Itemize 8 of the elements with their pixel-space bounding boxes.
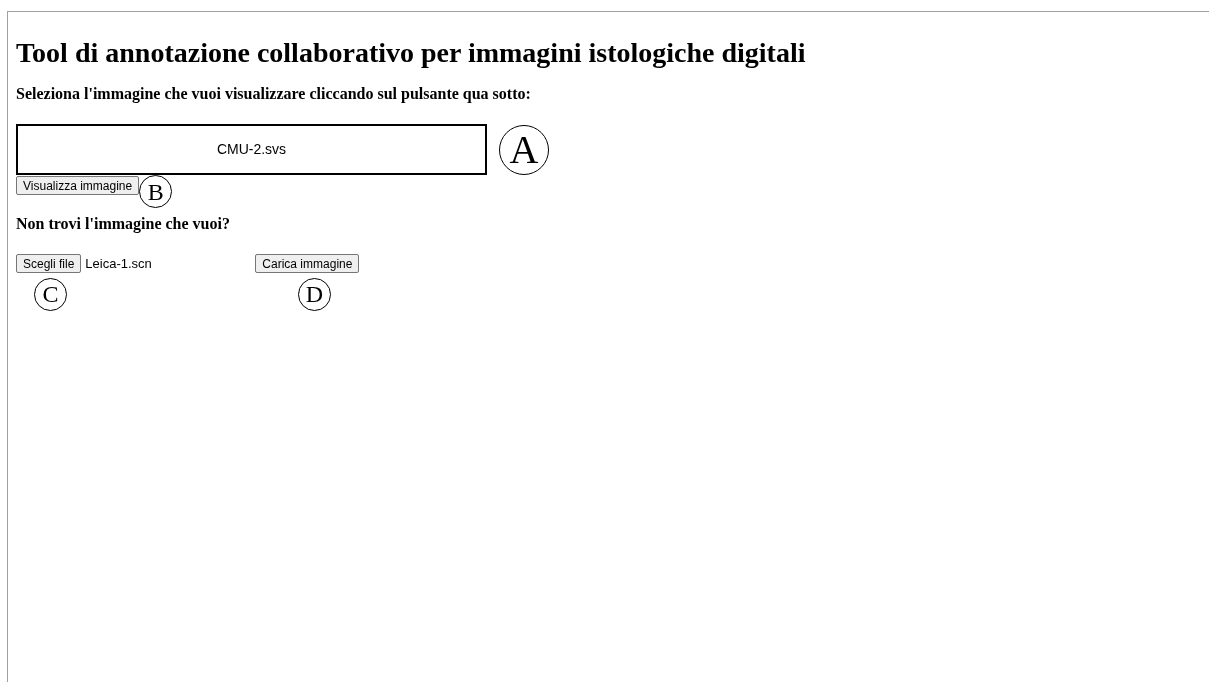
instruction-text: Seleziona l'immagine che vuoi visualizzare cliccando sul pulsante qua sotto: bbox=[16, 84, 532, 105]
choose-file-button[interactable]: Scegli file bbox=[16, 254, 82, 274]
file-name: Leica-1.scn bbox=[85, 255, 153, 273]
image-select[interactable]: CMU-2.svs bbox=[16, 124, 487, 175]
page-title: Tool di annotazione collaborativo per immagini istologiche digitali bbox=[16, 36, 807, 70]
view-image-button[interactable]: Visualizza immagine bbox=[16, 176, 140, 195]
upload-image-button[interactable]: Carica immagine bbox=[255, 254, 360, 274]
upload-heading: Non trovi l'immagine che vuoi? bbox=[16, 214, 231, 235]
